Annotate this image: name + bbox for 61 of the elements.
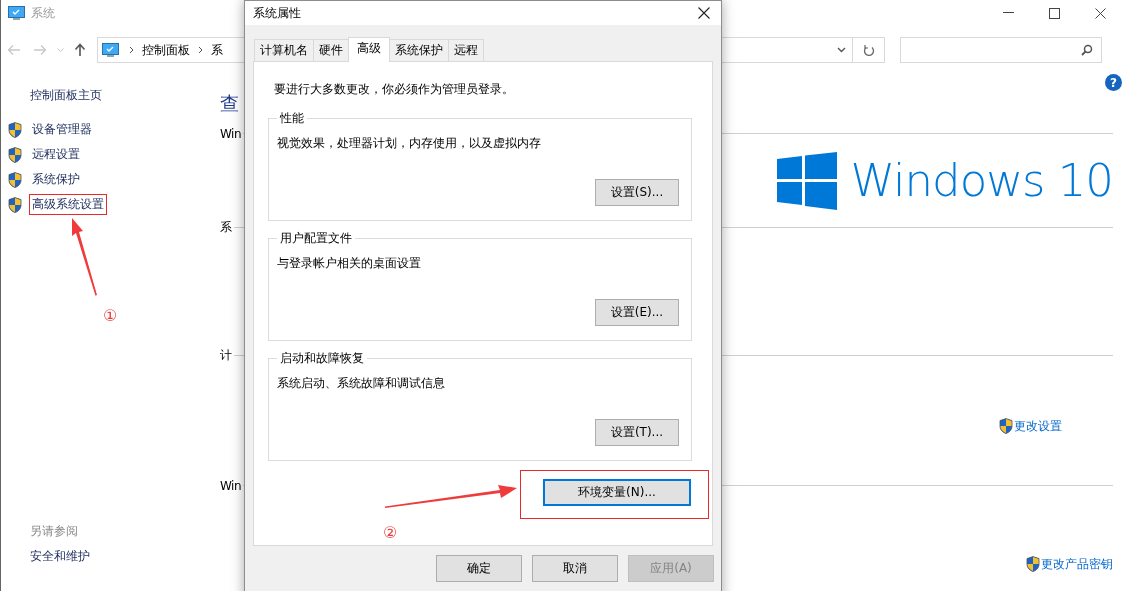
- group-description: 与登录帐户相关的桌面设置: [277, 255, 422, 271]
- close-icon: [698, 7, 710, 19]
- close-icon: [1094, 7, 1106, 19]
- sidebar-link[interactable]: 控制面板主页: [30, 85, 220, 105]
- sidebar-link[interactable]: 系统保护: [29, 169, 83, 190]
- group-title: 启动和故障恢复: [279, 350, 365, 366]
- forward-arrow-icon: [33, 44, 47, 56]
- notice-text: 要进行大多数更改，你必须作为管理员登录。: [274, 81, 515, 97]
- section-heading: 另请参阅: [30, 523, 79, 540]
- dialog-button[interactable]: 确定: [436, 555, 522, 582]
- search-field[interactable]: [900, 37, 1102, 63]
- tab[interactable]: 高级: [348, 37, 390, 62]
- tab[interactable]: 计算机名: [254, 39, 314, 61]
- environment-variables-button[interactable]: 环境变量(N)...: [543, 479, 691, 506]
- chevron-icon: [129, 46, 134, 54]
- breadcrumb[interactable]: 控制面板: [142, 41, 190, 59]
- caret-icon: [56, 47, 64, 53]
- settings-button[interactable]: 设置(T)...: [595, 419, 679, 446]
- up-arrow-icon: [74, 43, 86, 57]
- help-button[interactable]: ?: [1105, 74, 1122, 91]
- shield-icon: [8, 196, 22, 213]
- step-number: ①: [103, 307, 118, 325]
- settings-link[interactable]: 更改产品密钥: [1041, 555, 1113, 572]
- chevron-icon: [198, 46, 203, 54]
- shield-icon: [999, 418, 1013, 435]
- sidebar-link[interactable]: 安全和维护: [30, 544, 220, 569]
- window-title: 系统: [31, 4, 55, 22]
- back-arrow-icon: [7, 44, 21, 56]
- section-heading: Win: [220, 126, 242, 141]
- computer-icon: [8, 5, 25, 21]
- dialog-button[interactable]: 取消: [532, 555, 618, 582]
- windows-logo-icon: [776, 152, 837, 211]
- shield-icon: [1026, 555, 1040, 572]
- settings-button[interactable]: 设置(E)...: [595, 299, 679, 326]
- sidebar-link[interactable]: 设备管理器: [29, 119, 95, 140]
- page-title: 查: [220, 91, 239, 116]
- section-heading: 系: [220, 218, 232, 236]
- group-description: 系统启动、系统故障和调试信息: [277, 375, 446, 391]
- group-title: 用户配置文件: [279, 230, 353, 246]
- caret-icon: [836, 47, 846, 53]
- breadcrumb[interactable]: 系: [211, 41, 223, 59]
- settings-link[interactable]: 更改设置: [1014, 418, 1062, 435]
- tab[interactable]: 远程: [448, 39, 484, 61]
- dialog-title: 系统属性: [253, 4, 301, 22]
- sidebar-link[interactable]: 高级系统设置: [29, 194, 107, 215]
- section-heading: 计: [220, 346, 232, 364]
- group-description: 视觉效果，处理器计划，内存使用，以及虚拟内存: [277, 135, 542, 151]
- refresh-icon: [862, 43, 875, 57]
- shield-icon: [8, 121, 22, 138]
- computer-icon: [102, 42, 119, 58]
- logo-text: Windows 10: [850, 153, 1113, 210]
- group-title: 性能: [279, 110, 305, 126]
- minimize-icon: [1002, 12, 1014, 14]
- search-icon: [1081, 44, 1093, 56]
- shield-icon: [8, 171, 22, 188]
- settings-button[interactable]: 设置(S)...: [595, 179, 679, 206]
- step-number: ②: [383, 524, 398, 542]
- maximize-icon: [1048, 7, 1060, 19]
- shield-icon: [8, 146, 22, 163]
- sidebar-link[interactable]: 远程设置: [29, 144, 83, 165]
- section-heading: Win: [220, 478, 242, 493]
